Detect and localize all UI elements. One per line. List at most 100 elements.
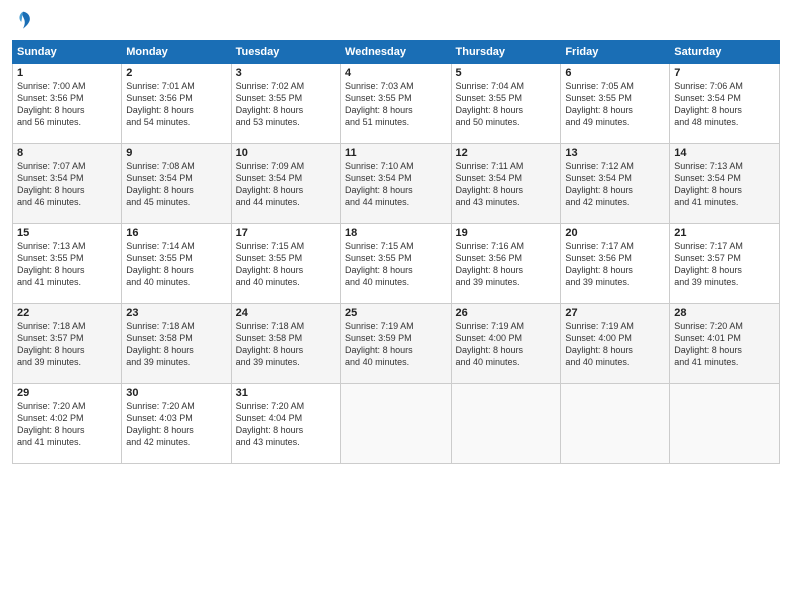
- calendar-cell: 12Sunrise: 7:11 AMSunset: 3:54 PMDayligh…: [451, 144, 561, 224]
- day-info: Sunrise: 7:08 AMSunset: 3:54 PMDaylight:…: [126, 160, 226, 209]
- day-number: 19: [456, 227, 557, 239]
- calendar-header-row: SundayMondayTuesdayWednesdayThursdayFrid…: [13, 41, 780, 64]
- calendar-cell: 31Sunrise: 7:20 AMSunset: 4:04 PMDayligh…: [231, 384, 340, 464]
- day-info: Sunrise: 7:18 AMSunset: 3:58 PMDaylight:…: [236, 320, 336, 369]
- day-number: 20: [565, 227, 665, 239]
- day-number: 18: [345, 227, 446, 239]
- day-number: 5: [456, 67, 557, 79]
- calendar-cell: 21Sunrise: 7:17 AMSunset: 3:57 PMDayligh…: [670, 224, 780, 304]
- calendar-cell: 10Sunrise: 7:09 AMSunset: 3:54 PMDayligh…: [231, 144, 340, 224]
- day-info: Sunrise: 7:20 AMSunset: 4:03 PMDaylight:…: [126, 400, 226, 449]
- day-info: Sunrise: 7:02 AMSunset: 3:55 PMDaylight:…: [236, 80, 336, 129]
- day-number: 10: [236, 147, 336, 159]
- day-number: 24: [236, 307, 336, 319]
- calendar-weekday-friday: Friday: [561, 41, 670, 64]
- calendar-cell: 9Sunrise: 7:08 AMSunset: 3:54 PMDaylight…: [122, 144, 231, 224]
- calendar-cell: [451, 384, 561, 464]
- calendar-weekday-saturday: Saturday: [670, 41, 780, 64]
- day-number: 30: [126, 387, 226, 399]
- day-info: Sunrise: 7:17 AMSunset: 3:57 PMDaylight:…: [674, 240, 775, 289]
- day-number: 26: [456, 307, 557, 319]
- day-number: 3: [236, 67, 336, 79]
- calendar-week-row: 8Sunrise: 7:07 AMSunset: 3:54 PMDaylight…: [13, 144, 780, 224]
- day-number: 27: [565, 307, 665, 319]
- day-number: 12: [456, 147, 557, 159]
- day-info: Sunrise: 7:18 AMSunset: 3:57 PMDaylight:…: [17, 320, 117, 369]
- calendar-cell: 14Sunrise: 7:13 AMSunset: 3:54 PMDayligh…: [670, 144, 780, 224]
- day-number: 29: [17, 387, 117, 399]
- calendar-cell: 7Sunrise: 7:06 AMSunset: 3:54 PMDaylight…: [670, 64, 780, 144]
- calendar-cell: 16Sunrise: 7:14 AMSunset: 3:55 PMDayligh…: [122, 224, 231, 304]
- day-number: 7: [674, 67, 775, 79]
- calendar-cell: 25Sunrise: 7:19 AMSunset: 3:59 PMDayligh…: [341, 304, 451, 384]
- day-info: Sunrise: 7:17 AMSunset: 3:56 PMDaylight:…: [565, 240, 665, 289]
- calendar-cell: 13Sunrise: 7:12 AMSunset: 3:54 PMDayligh…: [561, 144, 670, 224]
- calendar-cell: 24Sunrise: 7:18 AMSunset: 3:58 PMDayligh…: [231, 304, 340, 384]
- calendar-cell: 5Sunrise: 7:04 AMSunset: 3:55 PMDaylight…: [451, 64, 561, 144]
- day-info: Sunrise: 7:00 AMSunset: 3:56 PMDaylight:…: [17, 80, 117, 129]
- calendar-week-row: 22Sunrise: 7:18 AMSunset: 3:57 PMDayligh…: [13, 304, 780, 384]
- day-number: 9: [126, 147, 226, 159]
- day-info: Sunrise: 7:05 AMSunset: 3:55 PMDaylight:…: [565, 80, 665, 129]
- page-header: [12, 10, 780, 32]
- calendar-cell: 3Sunrise: 7:02 AMSunset: 3:55 PMDaylight…: [231, 64, 340, 144]
- calendar-cell: 15Sunrise: 7:13 AMSunset: 3:55 PMDayligh…: [13, 224, 122, 304]
- day-number: 8: [17, 147, 117, 159]
- calendar-cell: 18Sunrise: 7:15 AMSunset: 3:55 PMDayligh…: [341, 224, 451, 304]
- day-info: Sunrise: 7:20 AMSunset: 4:04 PMDaylight:…: [236, 400, 336, 449]
- day-number: 22: [17, 307, 117, 319]
- day-info: Sunrise: 7:07 AMSunset: 3:54 PMDaylight:…: [17, 160, 117, 209]
- day-number: 13: [565, 147, 665, 159]
- day-info: Sunrise: 7:15 AMSunset: 3:55 PMDaylight:…: [236, 240, 336, 289]
- day-info: Sunrise: 7:19 AMSunset: 4:00 PMDaylight:…: [456, 320, 557, 369]
- day-info: Sunrise: 7:16 AMSunset: 3:56 PMDaylight:…: [456, 240, 557, 289]
- calendar-cell: 30Sunrise: 7:20 AMSunset: 4:03 PMDayligh…: [122, 384, 231, 464]
- day-number: 6: [565, 67, 665, 79]
- day-number: 28: [674, 307, 775, 319]
- day-number: 31: [236, 387, 336, 399]
- day-info: Sunrise: 7:18 AMSunset: 3:58 PMDaylight:…: [126, 320, 226, 369]
- day-info: Sunrise: 7:03 AMSunset: 3:55 PMDaylight:…: [345, 80, 446, 129]
- calendar-cell: 22Sunrise: 7:18 AMSunset: 3:57 PMDayligh…: [13, 304, 122, 384]
- calendar-weekday-tuesday: Tuesday: [231, 41, 340, 64]
- calendar-cell: 19Sunrise: 7:16 AMSunset: 3:56 PMDayligh…: [451, 224, 561, 304]
- day-number: 17: [236, 227, 336, 239]
- calendar-weekday-wednesday: Wednesday: [341, 41, 451, 64]
- day-info: Sunrise: 7:10 AMSunset: 3:54 PMDaylight:…: [345, 160, 446, 209]
- calendar-cell: 2Sunrise: 7:01 AMSunset: 3:56 PMDaylight…: [122, 64, 231, 144]
- day-info: Sunrise: 7:12 AMSunset: 3:54 PMDaylight:…: [565, 160, 665, 209]
- calendar-cell: 23Sunrise: 7:18 AMSunset: 3:58 PMDayligh…: [122, 304, 231, 384]
- day-info: Sunrise: 7:20 AMSunset: 4:01 PMDaylight:…: [674, 320, 775, 369]
- calendar-cell: 27Sunrise: 7:19 AMSunset: 4:00 PMDayligh…: [561, 304, 670, 384]
- calendar-week-row: 15Sunrise: 7:13 AMSunset: 3:55 PMDayligh…: [13, 224, 780, 304]
- day-info: Sunrise: 7:14 AMSunset: 3:55 PMDaylight:…: [126, 240, 226, 289]
- day-number: 23: [126, 307, 226, 319]
- calendar-cell: 26Sunrise: 7:19 AMSunset: 4:00 PMDayligh…: [451, 304, 561, 384]
- day-info: Sunrise: 7:19 AMSunset: 4:00 PMDaylight:…: [565, 320, 665, 369]
- day-number: 2: [126, 67, 226, 79]
- calendar-cell: 4Sunrise: 7:03 AMSunset: 3:55 PMDaylight…: [341, 64, 451, 144]
- day-number: 21: [674, 227, 775, 239]
- calendar-cell: 1Sunrise: 7:00 AMSunset: 3:56 PMDaylight…: [13, 64, 122, 144]
- calendar-week-row: 1Sunrise: 7:00 AMSunset: 3:56 PMDaylight…: [13, 64, 780, 144]
- calendar-cell: 29Sunrise: 7:20 AMSunset: 4:02 PMDayligh…: [13, 384, 122, 464]
- day-info: Sunrise: 7:09 AMSunset: 3:54 PMDaylight:…: [236, 160, 336, 209]
- calendar-cell: [561, 384, 670, 464]
- logo: [12, 10, 32, 32]
- day-info: Sunrise: 7:13 AMSunset: 3:55 PMDaylight:…: [17, 240, 117, 289]
- day-info: Sunrise: 7:19 AMSunset: 3:59 PMDaylight:…: [345, 320, 446, 369]
- calendar-cell: 11Sunrise: 7:10 AMSunset: 3:54 PMDayligh…: [341, 144, 451, 224]
- day-info: Sunrise: 7:06 AMSunset: 3:54 PMDaylight:…: [674, 80, 775, 129]
- day-info: Sunrise: 7:11 AMSunset: 3:54 PMDaylight:…: [456, 160, 557, 209]
- logo-bird-icon: [14, 10, 32, 32]
- day-number: 16: [126, 227, 226, 239]
- calendar-cell: 17Sunrise: 7:15 AMSunset: 3:55 PMDayligh…: [231, 224, 340, 304]
- day-info: Sunrise: 7:15 AMSunset: 3:55 PMDaylight:…: [345, 240, 446, 289]
- calendar-cell: [670, 384, 780, 464]
- calendar-table: SundayMondayTuesdayWednesdayThursdayFrid…: [12, 40, 780, 464]
- calendar-body: 1Sunrise: 7:00 AMSunset: 3:56 PMDaylight…: [13, 64, 780, 464]
- calendar-cell: 20Sunrise: 7:17 AMSunset: 3:56 PMDayligh…: [561, 224, 670, 304]
- day-number: 11: [345, 147, 446, 159]
- day-info: Sunrise: 7:13 AMSunset: 3:54 PMDaylight:…: [674, 160, 775, 209]
- day-info: Sunrise: 7:01 AMSunset: 3:56 PMDaylight:…: [126, 80, 226, 129]
